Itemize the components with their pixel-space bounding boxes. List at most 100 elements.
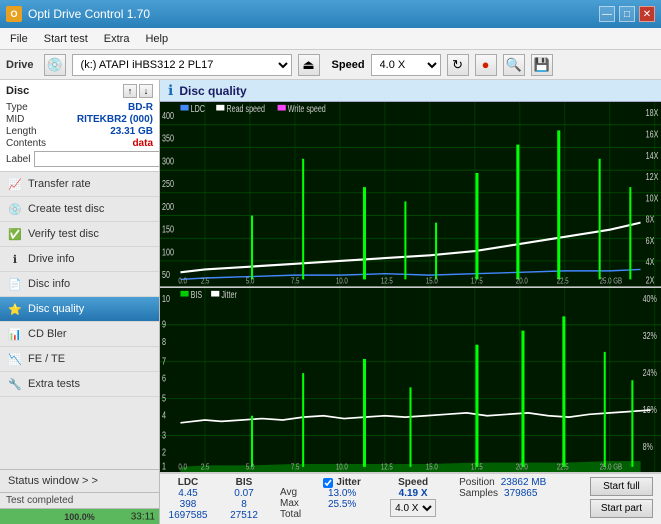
- sidebar-item-verify-test-disc[interactable]: ✅ Verify test disc: [0, 222, 159, 247]
- svg-text:100: 100: [162, 246, 174, 257]
- cd-bler-icon: 📊: [8, 327, 22, 341]
- disc-label-input[interactable]: [34, 151, 160, 167]
- ldc-max: 398: [180, 499, 197, 510]
- svg-text:15.0: 15.0: [426, 276, 438, 286]
- close-button[interactable]: ✕: [639, 6, 655, 22]
- menu-help[interactable]: Help: [139, 31, 174, 47]
- start-part-button[interactable]: Start part: [590, 499, 653, 518]
- drive-icon-btn[interactable]: 💿: [44, 54, 66, 76]
- chart-info-icon: ℹ: [168, 82, 173, 99]
- disc-quality-icon: ⭐: [8, 302, 22, 316]
- disc-down-btn[interactable]: ↓: [139, 84, 153, 98]
- svg-text:10X: 10X: [646, 192, 659, 203]
- disc-up-btn[interactable]: ↑: [123, 84, 137, 98]
- status-window-label: Status window > >: [8, 475, 98, 487]
- verify-test-disc-icon: ✅: [8, 227, 22, 241]
- sidebar-item-disc-quality[interactable]: ⭐ Disc quality: [0, 297, 159, 322]
- main-layout: Disc ↑ ↓ Type BD-R MID RITEKBR2 (000) Le…: [0, 80, 661, 524]
- svg-text:0.0: 0.0: [178, 276, 187, 286]
- sidebar-item-fe-te[interactable]: 📉 FE / TE: [0, 347, 159, 372]
- title-bar-left: O Opti Drive Control 1.70: [6, 6, 150, 22]
- sidebar-item-drive-info-label: Drive info: [28, 253, 74, 265]
- svg-text:Read speed: Read speed: [226, 103, 265, 114]
- disc-mid-row: MID RITEKBR2 (000): [6, 114, 153, 125]
- refresh-button[interactable]: ↻: [447, 54, 469, 76]
- drive-select[interactable]: (k:) ATAPI iHBS312 2 PL17: [72, 54, 292, 76]
- svg-text:BIS: BIS: [191, 288, 203, 299]
- svg-text:12X: 12X: [646, 171, 659, 182]
- sidebar-item-transfer-rate[interactable]: 📈 Transfer rate: [0, 172, 159, 197]
- sidebar-item-create-test-disc-label: Create test disc: [28, 203, 104, 215]
- action-buttons: Start full Start part: [590, 477, 653, 518]
- disc-panel: Disc ↑ ↓ Type BD-R MID RITEKBR2 (000) Le…: [0, 80, 159, 172]
- minimize-button[interactable]: —: [599, 6, 615, 22]
- svg-text:4: 4: [162, 409, 166, 420]
- svg-text:25.0 GB: 25.0 GB: [600, 461, 623, 471]
- sidebar-item-extra-tests-label: Extra tests: [28, 378, 80, 390]
- svg-text:32%: 32%: [643, 329, 658, 340]
- speed-column: Speed 4.19 X 4.0 X: [383, 477, 443, 517]
- scan-button[interactable]: 🔍: [503, 54, 525, 76]
- svg-text:7: 7: [162, 355, 166, 366]
- status-completed-text: Test completed: [0, 493, 159, 508]
- menu-file[interactable]: File: [4, 31, 34, 47]
- status-window-button[interactable]: Status window > >: [0, 470, 159, 493]
- svg-text:5.0: 5.0: [246, 276, 255, 286]
- jitter-column: Jitter 13.0% 25.5%: [317, 477, 367, 510]
- stats-bar: LDC 4.45 398 1697585 BIS 0.07 8 27512: [160, 473, 661, 524]
- create-test-disc-icon: 💿: [8, 202, 22, 216]
- svg-text:10.0: 10.0: [336, 276, 348, 286]
- sidebar-item-extra-tests[interactable]: 🔧 Extra tests: [0, 372, 159, 397]
- disc-header: Disc ↑ ↓: [6, 84, 153, 98]
- svg-text:250: 250: [162, 178, 174, 189]
- position-row: Position 23862 MB: [459, 477, 546, 488]
- position-column: Position 23862 MB Samples 379865: [459, 477, 546, 499]
- disc-mid-value: RITEKBR2 (000): [77, 114, 153, 125]
- disc-type-row: Type BD-R: [6, 102, 153, 113]
- start-full-button[interactable]: Start full: [590, 477, 653, 496]
- avg-label: Avg: [280, 487, 297, 498]
- svg-text:20.0: 20.0: [516, 461, 528, 471]
- save-button[interactable]: 💾: [531, 54, 553, 76]
- title-bar: O Opti Drive Control 1.70 — □ ✕: [0, 0, 661, 28]
- menu-extra[interactable]: Extra: [98, 31, 136, 47]
- svg-text:400: 400: [162, 110, 174, 121]
- speed-stat-value: 4.19 X: [399, 488, 428, 499]
- svg-text:12.5: 12.5: [381, 276, 393, 286]
- svg-text:LDC: LDC: [191, 103, 205, 114]
- svg-text:7.5: 7.5: [291, 276, 300, 286]
- svg-text:17.5: 17.5: [471, 276, 483, 286]
- position-label: Position: [459, 477, 495, 488]
- bottom-chart-svg: 10 9 8 7 6 5 4 3 2 1 40% 32% 24% 16% 8%: [160, 288, 661, 473]
- disc-title: Disc: [6, 85, 29, 97]
- svg-text:5.0: 5.0: [246, 461, 255, 471]
- disc-length-value: 23.31 GB: [110, 126, 153, 137]
- menu-start-test[interactable]: Start test: [38, 31, 94, 47]
- svg-text:24%: 24%: [643, 366, 658, 377]
- max-label: Max: [280, 498, 299, 509]
- sidebar-item-cd-bler[interactable]: 📊 CD Bler: [0, 322, 159, 347]
- maximize-button[interactable]: □: [619, 6, 635, 22]
- disc-label-label: Label: [6, 154, 30, 165]
- speed-select[interactable]: 4.0 X: [371, 54, 441, 76]
- jitter-checkbox[interactable]: [323, 478, 333, 488]
- stats-row-1: LDC 4.45 398 1697585 BIS 0.07 8 27512: [168, 477, 653, 521]
- disc-contents-row: Contents data: [6, 138, 153, 149]
- speed-stat-select[interactable]: 4.0 X: [390, 499, 436, 517]
- bis-total: 27512: [230, 510, 258, 521]
- sidebar-item-create-test-disc[interactable]: 💿 Create test disc: [0, 197, 159, 222]
- content-area: ℹ Disc quality: [160, 80, 661, 524]
- samples-row: Samples 379865: [459, 488, 546, 499]
- eject-button[interactable]: ⏏: [298, 54, 320, 76]
- svg-text:25.0 GB: 25.0 GB: [600, 276, 623, 286]
- svg-text:9: 9: [162, 318, 166, 329]
- chart-header: ℹ Disc quality: [160, 80, 661, 102]
- samples-value: 379865: [504, 488, 537, 499]
- status-section: Status window > > Test completed 100.0% …: [0, 469, 159, 524]
- record-button[interactable]: ●: [475, 54, 497, 76]
- svg-text:1: 1: [162, 460, 166, 471]
- sidebar-item-drive-info[interactable]: ℹ Drive info: [0, 247, 159, 272]
- sidebar-item-disc-info[interactable]: 📄 Disc info: [0, 272, 159, 297]
- svg-text:Write speed: Write speed: [288, 103, 326, 114]
- svg-text:8%: 8%: [643, 440, 654, 451]
